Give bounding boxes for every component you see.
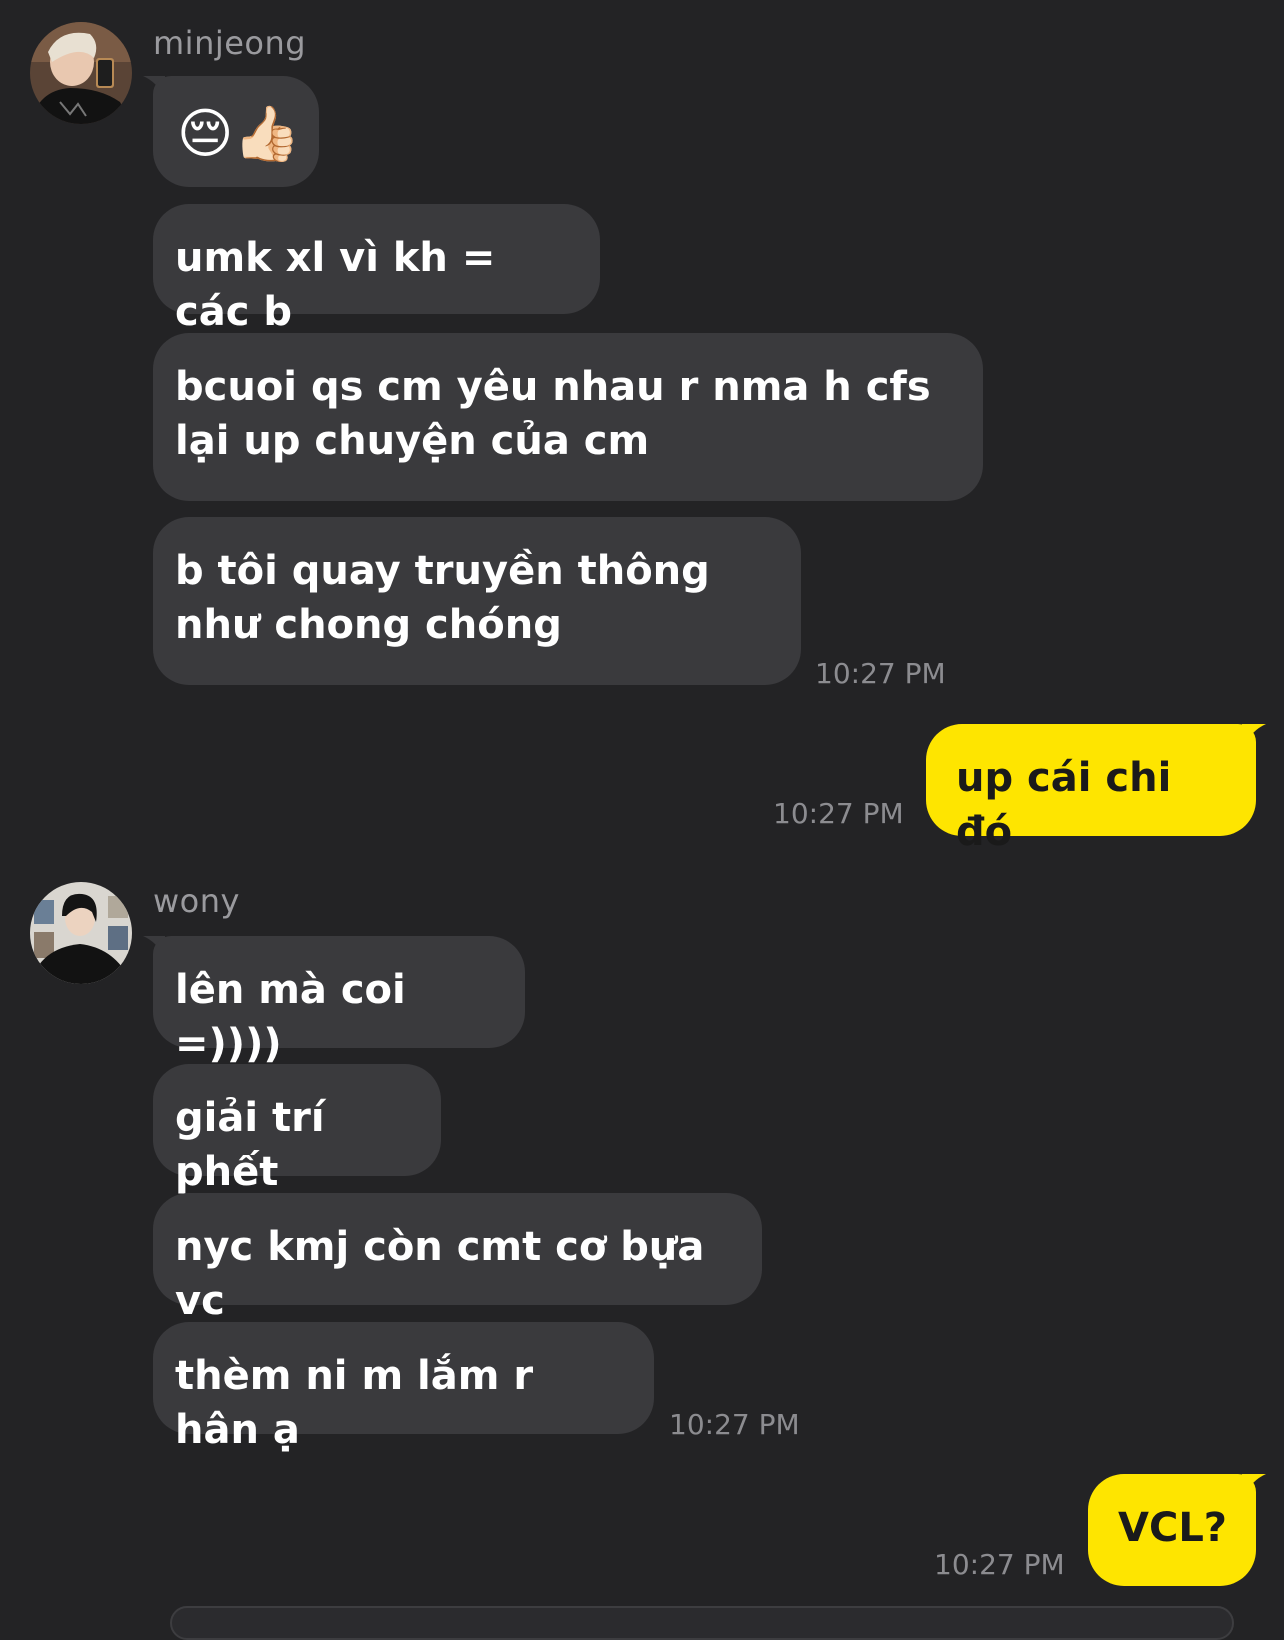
message-bubble[interactable]: b tôi quay truyền thông như chong chóng — [153, 517, 801, 685]
minjeong-avatar[interactable] — [30, 22, 132, 124]
message-text: b tôi quay truyền thông như chong chóng — [175, 548, 710, 648]
minjeong-avatar-image — [30, 22, 132, 124]
wony-avatar-image — [30, 882, 132, 984]
sender-name: minjeong — [153, 24, 307, 62]
message-bubble[interactable]: nyc kmj còn cmt cơ bựa vc — [153, 1193, 762, 1324]
message-timestamp: 10:27 PM — [934, 1548, 1065, 1581]
message-timestamp: 10:27 PM — [669, 1408, 800, 1441]
message-bubble[interactable]: giải trí phết — [153, 1064, 441, 1195]
bubble-tail — [1242, 1474, 1266, 1498]
message-timestamp: 10:27 PM — [773, 797, 904, 830]
outgoing-message-bubble[interactable]: up cái chi đó — [926, 724, 1256, 855]
message-bubble[interactable]: bcuoi qs cm yêu nhau r nma h cfs lại up … — [153, 333, 983, 501]
message-bubble[interactable]: thèm ni m lắm r hân ạ — [153, 1322, 654, 1453]
wony-avatar[interactable] — [30, 882, 132, 984]
message-text: giải trí phết — [175, 1095, 325, 1195]
message-timestamp: 10:27 PM — [815, 657, 946, 690]
message-text: lên mà coi =)))) — [175, 967, 406, 1067]
message-bubble[interactable]: 😔👍🏻 — [153, 76, 319, 187]
message-text: 😔👍🏻 — [177, 102, 301, 165]
message-text: bcuoi qs cm yêu nhau r nma h cfs lại up … — [175, 364, 931, 464]
message-bubble[interactable]: lên mà coi =)))) — [153, 936, 525, 1067]
message-bubble[interactable]: umk xl vì kh = các b — [153, 204, 600, 335]
bubble-tail — [1242, 724, 1266, 748]
message-text: up cái chi đó — [956, 755, 1172, 855]
message-input-edge[interactable] — [170, 1606, 1234, 1640]
message-text: VCL? — [1118, 1505, 1228, 1551]
message-text: umk xl vì kh = các b — [175, 235, 496, 335]
sender-name: wony — [153, 882, 240, 920]
message-text: thèm ni m lắm r hân ạ — [175, 1353, 534, 1453]
message-text: nyc kmj còn cmt cơ bựa vc — [175, 1224, 705, 1324]
outgoing-message-bubble[interactable]: VCL? — [1088, 1474, 1256, 1586]
